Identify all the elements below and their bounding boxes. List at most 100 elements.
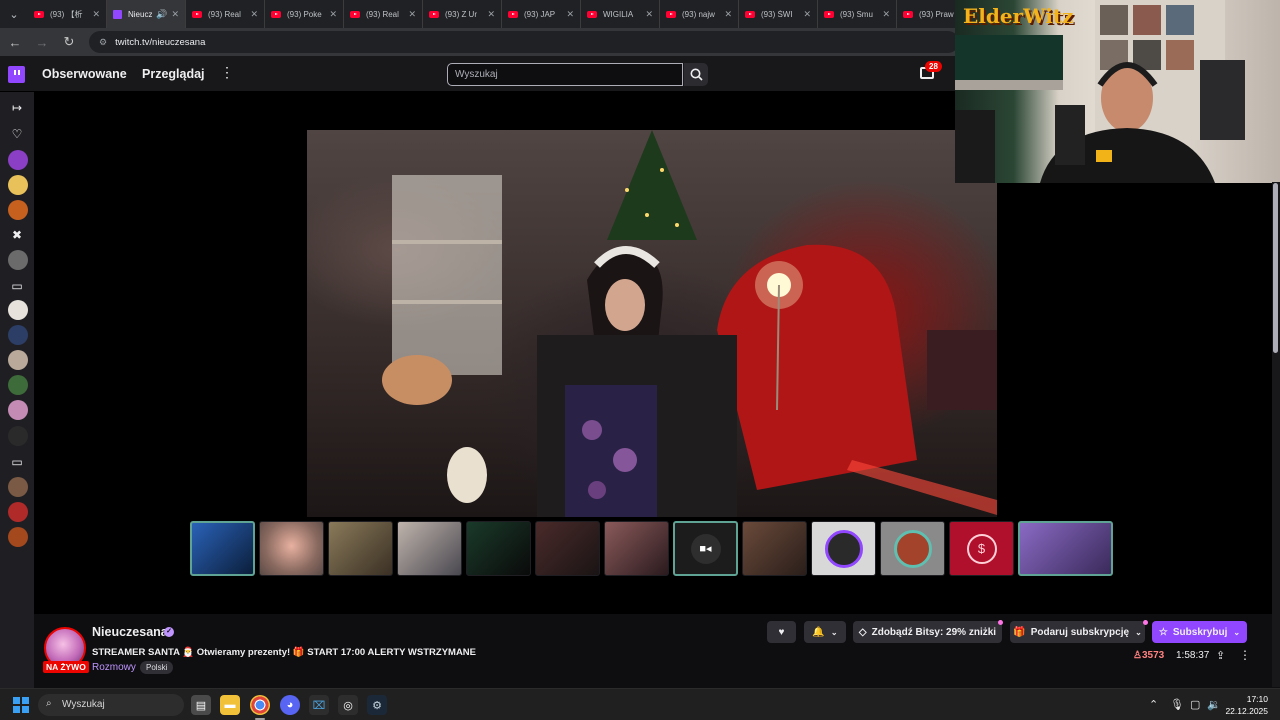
browser-tab[interactable]: (93) Real ✕ [344,0,423,28]
language-tag[interactable]: Polski [140,661,174,674]
followed-channel-avatar[interactable] [8,477,28,497]
site-info-icon[interactable]: ⚙ [99,37,107,48]
video-camera-icon[interactable]: ▭ [9,278,25,294]
followed-channel-avatar[interactable] [8,502,28,522]
scrollbar-thumb[interactable] [1273,183,1278,353]
squad-stream-thumbnail[interactable] [259,521,324,576]
windows-start-icon[interactable] [13,697,29,713]
microphone-icon[interactable]: 🎙 [1170,698,1184,711]
subscribe-button[interactable]: ☆ Subskrybuj ⌄ [1152,621,1247,643]
browser-tab[interactable]: (93) Poke ✕ [265,0,344,28]
browser-tab[interactable]: (93) JAP ✕ [502,0,581,28]
tab-search-menu-icon[interactable]: ⌄ [0,0,28,28]
stream-video[interactable] [307,130,997,517]
close-tab-icon[interactable]: ✕ [171,9,179,20]
discord-icon[interactable]: ◕ [280,695,300,715]
squad-stream-thumbnail[interactable] [466,521,531,576]
squad-stream-thumbnail[interactable] [742,521,807,576]
followed-channel-avatar[interactable] [8,300,28,320]
get-bits-button[interactable]: ◇ Zdobądź Bitsy: 29% zniżki [853,621,1002,643]
followed-channel-avatar[interactable] [8,175,28,195]
search-button[interactable] [684,63,708,86]
nav-browse-link[interactable]: Przeglądaj [142,67,205,81]
show-hidden-icons-icon[interactable]: ⌃ [1149,698,1158,711]
more-options-icon[interactable]: ⋮ [1239,648,1251,662]
twitch-logo-icon[interactable] [8,66,25,83]
squad-stream-thumbnail[interactable] [535,521,600,576]
followed-channel-avatar[interactable] [8,375,28,395]
nav-following-link[interactable]: Obserwowane [42,67,127,81]
squad-stream-thumbnail[interactable] [811,521,876,576]
squad-stream-thumbnail[interactable] [604,521,669,576]
close-tab-icon[interactable]: ✕ [487,9,495,20]
browser-tab-active[interactable]: Nieuczesana🔊✕ [107,0,186,28]
close-tab-icon[interactable]: ✕ [803,9,811,20]
clock-time[interactable]: 17:10 [1230,694,1268,704]
close-tab-icon[interactable]: ✕ [882,9,890,20]
followed-channel-avatar[interactable] [8,426,28,446]
followed-channel-avatar[interactable] [8,250,28,270]
followed-channel-avatar[interactable] [8,350,28,370]
stream-category-link[interactable]: Rozmowy [92,662,136,673]
back-icon[interactable]: ← [3,30,27,54]
followed-channel-avatar[interactable] [8,150,28,170]
speaker-icon[interactable]: 🔊 [156,9,167,20]
followed-channel-avatar[interactable] [8,527,28,547]
crossed-swords-icon[interactable]: ✖ [9,227,25,243]
close-tab-icon[interactable]: ✕ [645,9,653,20]
browser-tab[interactable]: (93) ŚWI ✕ [739,0,818,28]
file-explorer-icon[interactable]: ▬ [220,695,240,715]
obs-icon[interactable]: ◎ [338,695,358,715]
notifications-button[interactable]: 🔔 ⌄ [804,621,846,643]
person-icon: ♙ [1133,650,1142,661]
chrome-icon[interactable] [250,695,270,715]
forward-icon[interactable]: → [30,30,54,54]
followed-channel-avatar[interactable] [8,325,28,345]
squad-stream-thumbnail[interactable] [328,521,393,576]
volume-icon[interactable]: 🔉 [1207,698,1221,711]
reload-icon[interactable]: ↻ [57,30,81,54]
squad-stream-thumbnail[interactable] [880,521,945,576]
browser-tab[interactable]: (93) Z Ur ✕ [423,0,502,28]
follow-button[interactable]: ♥ [767,621,796,643]
followed-channel-avatar[interactable] [8,200,28,220]
close-tab-icon[interactable]: ✕ [92,9,100,20]
squad-stream-thumbnail-offline[interactable]: ■◂ [673,521,738,576]
money-bag-icon: $ [966,533,997,564]
browser-tab[interactable]: (93) 【析 ✕ [28,0,107,28]
browser-tab[interactable]: WIGILIA ✕ [581,0,660,28]
task-view-icon[interactable]: ▤ [191,695,211,715]
close-tab-icon[interactable]: ✕ [408,9,416,20]
url-field[interactable]: ⚙ twitch.tv/nieuczesana [89,31,959,53]
close-tab-icon[interactable]: ✕ [250,9,258,20]
channel-name[interactable]: Nieuczesana [92,625,168,639]
browser-tab[interactable]: (93) Real ✕ [186,0,265,28]
browser-tab[interactable]: (93) najw ✕ [660,0,739,28]
youtube-icon [34,10,44,18]
followed-channel-avatar[interactable] [8,400,28,420]
close-tab-icon[interactable]: ✕ [724,9,732,20]
bell-icon: 🔔 [812,626,825,638]
squad-stream-thumbnail[interactable] [190,521,255,576]
gift-subscription-button[interactable]: 🎁 Podaruj subskrypcję ⌄ [1010,621,1145,643]
squad-stream-thumbnail[interactable] [397,521,462,576]
expand-sidebar-icon[interactable]: ↦ [9,100,25,116]
streamer-avatar [893,529,932,568]
app-icon[interactable]: ⌧ [309,695,329,715]
taskbar-search-input[interactable]: ⌕ Wyszukaj [38,694,184,716]
squad-stream-thumbnail[interactable] [1018,521,1113,576]
close-tab-icon[interactable]: ✕ [566,9,574,20]
browser-tab[interactable]: (93) Smu ✕ [818,0,897,28]
display-icon[interactable]: ▢ [1190,698,1200,711]
search-input[interactable]: Wyszukaj [447,63,683,86]
heart-icon[interactable]: ♡ [9,126,25,142]
close-tab-icon[interactable]: ✕ [329,9,337,20]
steam-icon[interactable]: ⚙ [367,695,387,715]
squad-stream-thumbnail[interactable]: $ [949,521,1014,576]
youtube-icon [508,10,518,18]
video-camera-icon[interactable]: ▭ [9,454,25,470]
verified-badge-icon: ✓ [164,627,174,637]
more-options-icon[interactable]: ⋮ [220,64,234,81]
clock-date[interactable]: 22.12.2025 [1222,706,1268,716]
share-icon[interactable]: ⇪ [1216,649,1225,662]
